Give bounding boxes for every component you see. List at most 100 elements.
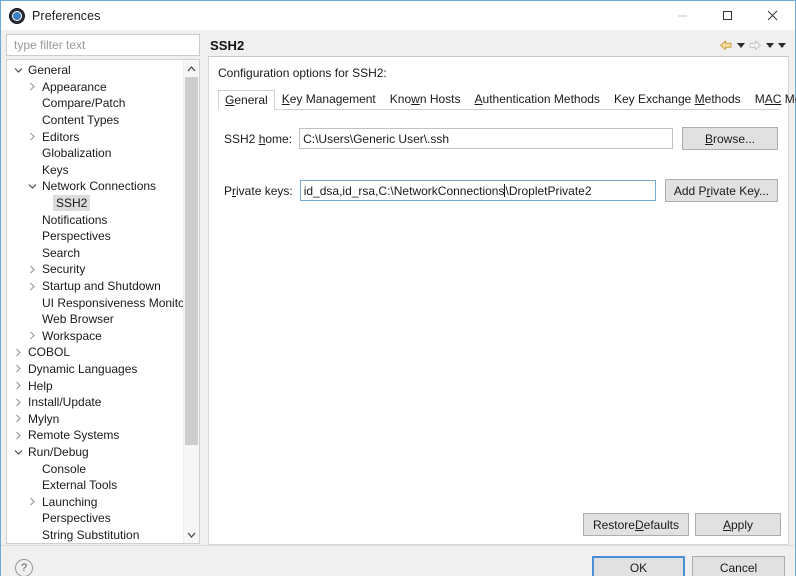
tree-item-label: COBOL	[25, 344, 73, 360]
tree-item-label: External Tools	[39, 477, 120, 493]
close-icon[interactable]	[750, 1, 795, 30]
tree-scrollbar[interactable]	[183, 60, 199, 543]
chevron-right-icon[interactable]	[25, 82, 39, 91]
tree-item-install-update[interactable]: Install/Update	[7, 394, 183, 411]
forward-arrow-icon[interactable]	[747, 37, 763, 53]
minimize-icon[interactable]	[660, 1, 705, 30]
tab-key-exchange-methods[interactable]: Key Exchange Methods	[607, 89, 748, 109]
tree-item-label: Perspectives	[39, 228, 114, 244]
tab-key-management[interactable]: Key Management	[275, 89, 383, 109]
chevron-right-icon[interactable]	[25, 331, 39, 340]
tree-item-notifications[interactable]: Notifications	[7, 211, 183, 228]
dialog-body: GeneralAppearanceCompare/PatchContent Ty…	[1, 30, 795, 545]
private-keys-row: Private keys: id_dsa,id_rsa,C:\NetworkCo…	[224, 179, 778, 202]
tree-item-run-debug[interactable]: Run/Debug	[7, 444, 183, 461]
tree-item-string-substitution[interactable]: String Substitution	[7, 527, 183, 544]
window-controls	[660, 1, 795, 30]
chevron-right-icon[interactable]	[25, 497, 39, 506]
tree-item-security[interactable]: Security	[7, 261, 183, 278]
ssh2-tab-bar: GeneralKey ManagementKnown HostsAuthenti…	[218, 90, 779, 110]
tree-item-startup-and-shutdown[interactable]: Startup and Shutdown	[7, 278, 183, 295]
tree-item-mylyn[interactable]: Mylyn	[7, 410, 183, 427]
tab-known-hosts[interactable]: Known Hosts	[383, 89, 468, 109]
private-keys-value-before-caret: id_dsa,id_rsa,C:\NetworkConnections	[304, 184, 505, 198]
scroll-up-icon[interactable]	[184, 60, 199, 77]
filter-box[interactable]	[6, 34, 200, 56]
tree-item-label: Install/Update	[25, 394, 104, 410]
tree-item-ui-responsiveness-monitoring[interactable]: UI Responsiveness Monitoring	[7, 294, 183, 311]
tab-authentication-methods[interactable]: Authentication Methods	[468, 89, 607, 109]
browse-button[interactable]: Browse...	[682, 127, 778, 150]
tree-item-keys[interactable]: Keys	[7, 162, 183, 179]
tree-item-label: Web Browser	[39, 311, 117, 327]
search-input[interactable]	[12, 37, 194, 53]
back-menu-chevron-down-icon[interactable]	[735, 37, 746, 53]
tree-item-label: Help	[25, 378, 56, 394]
tree-item-help[interactable]: Help	[7, 377, 183, 394]
chevron-down-icon[interactable]	[25, 183, 39, 189]
tree-item-external-tools[interactable]: External Tools	[7, 477, 183, 494]
panel-footer: Restore Defaults Apply	[209, 507, 788, 544]
tree-item-label: Editors	[39, 129, 82, 145]
ssh2-home-input[interactable]: C:\Users\Generic User\.ssh	[299, 128, 673, 149]
help-icon[interactable]: ?	[15, 559, 33, 576]
scrollbar-track[interactable]	[184, 77, 199, 526]
config-description: Configuration options for SSH2:	[218, 66, 779, 80]
tab-general[interactable]: General	[218, 90, 275, 110]
preferences-dialog: Preferences GeneralAppearanceCompare/Pat…	[0, 0, 796, 576]
back-arrow-icon[interactable]	[718, 37, 734, 53]
tree-item-console[interactable]: Console	[7, 460, 183, 477]
tree-item-label: Remote Systems	[25, 427, 122, 443]
tree-item-label: Launching	[39, 494, 100, 510]
private-keys-input[interactable]: id_dsa,id_rsa,C:\NetworkConnections\Drop…	[300, 180, 656, 201]
tree-item-compare-patch[interactable]: Compare/Patch	[7, 95, 183, 112]
tree-item-cobol[interactable]: COBOL	[7, 344, 183, 361]
tree-item-remote-systems[interactable]: Remote Systems	[7, 427, 183, 444]
add-private-key-button[interactable]: Add Private Key...	[665, 179, 778, 202]
tree-item-general[interactable]: General	[7, 62, 183, 79]
ssh2-home-row: SSH2 home: C:\Users\Generic User\.ssh Br…	[224, 127, 778, 150]
chevron-right-icon[interactable]	[25, 265, 39, 274]
ok-button[interactable]: OK	[592, 556, 685, 576]
tree-item-network-connections[interactable]: Network Connections	[7, 178, 183, 195]
tree-item-ssh2[interactable]: SSH2	[7, 195, 183, 212]
tree-item-perspectives[interactable]: Perspectives	[7, 228, 183, 245]
tree-item-appearance[interactable]: Appearance	[7, 79, 183, 96]
tree-item-web-browser[interactable]: Web Browser	[7, 311, 183, 328]
tree-item-label: SSH2	[53, 195, 90, 211]
chevron-right-icon[interactable]	[11, 398, 25, 407]
chevron-right-icon[interactable]	[11, 364, 25, 373]
cancel-button[interactable]: Cancel	[692, 556, 785, 576]
tree-item-dynamic-languages[interactable]: Dynamic Languages	[7, 361, 183, 378]
view-menu-chevron-down-icon[interactable]	[776, 37, 787, 53]
dialog-actions: OK Cancel	[592, 556, 785, 576]
tree-item-label: General	[25, 62, 74, 78]
tree-item-label: Mylyn	[25, 411, 62, 427]
chevron-right-icon[interactable]	[11, 381, 25, 390]
tree-item-content-types[interactable]: Content Types	[7, 112, 183, 129]
chevron-right-icon[interactable]	[25, 282, 39, 291]
forward-menu-chevron-down-icon[interactable]	[764, 37, 775, 53]
chevron-right-icon[interactable]	[25, 132, 39, 141]
chevron-right-icon[interactable]	[11, 431, 25, 440]
chevron-right-icon[interactable]	[11, 348, 25, 357]
tree-item-search[interactable]: Search	[7, 245, 183, 262]
tree-item-globalization[interactable]: Globalization	[7, 145, 183, 162]
scroll-down-icon[interactable]	[184, 526, 199, 543]
apply-button[interactable]: Apply	[695, 513, 781, 536]
dialog-footer: ? OK Cancel	[1, 545, 795, 576]
tab-mac-methods[interactable]: MAC Methods	[748, 89, 796, 109]
chevron-down-icon[interactable]	[11, 67, 25, 73]
tree-item-perspectives[interactable]: Perspectives	[7, 510, 183, 527]
chevron-right-icon[interactable]	[11, 414, 25, 423]
page-title: SSH2	[210, 38, 244, 53]
tree-item-workspace[interactable]: Workspace	[7, 328, 183, 345]
restore-defaults-button[interactable]: Restore Defaults	[583, 513, 689, 536]
tree-item-label: Workspace	[39, 328, 105, 344]
tree-item-label: Appearance	[39, 79, 110, 95]
tree-item-launching[interactable]: Launching	[7, 493, 183, 510]
scrollbar-thumb[interactable]	[185, 77, 198, 445]
chevron-down-icon[interactable]	[11, 449, 25, 455]
tree-item-editors[interactable]: Editors	[7, 128, 183, 145]
maximize-icon[interactable]	[705, 1, 750, 30]
